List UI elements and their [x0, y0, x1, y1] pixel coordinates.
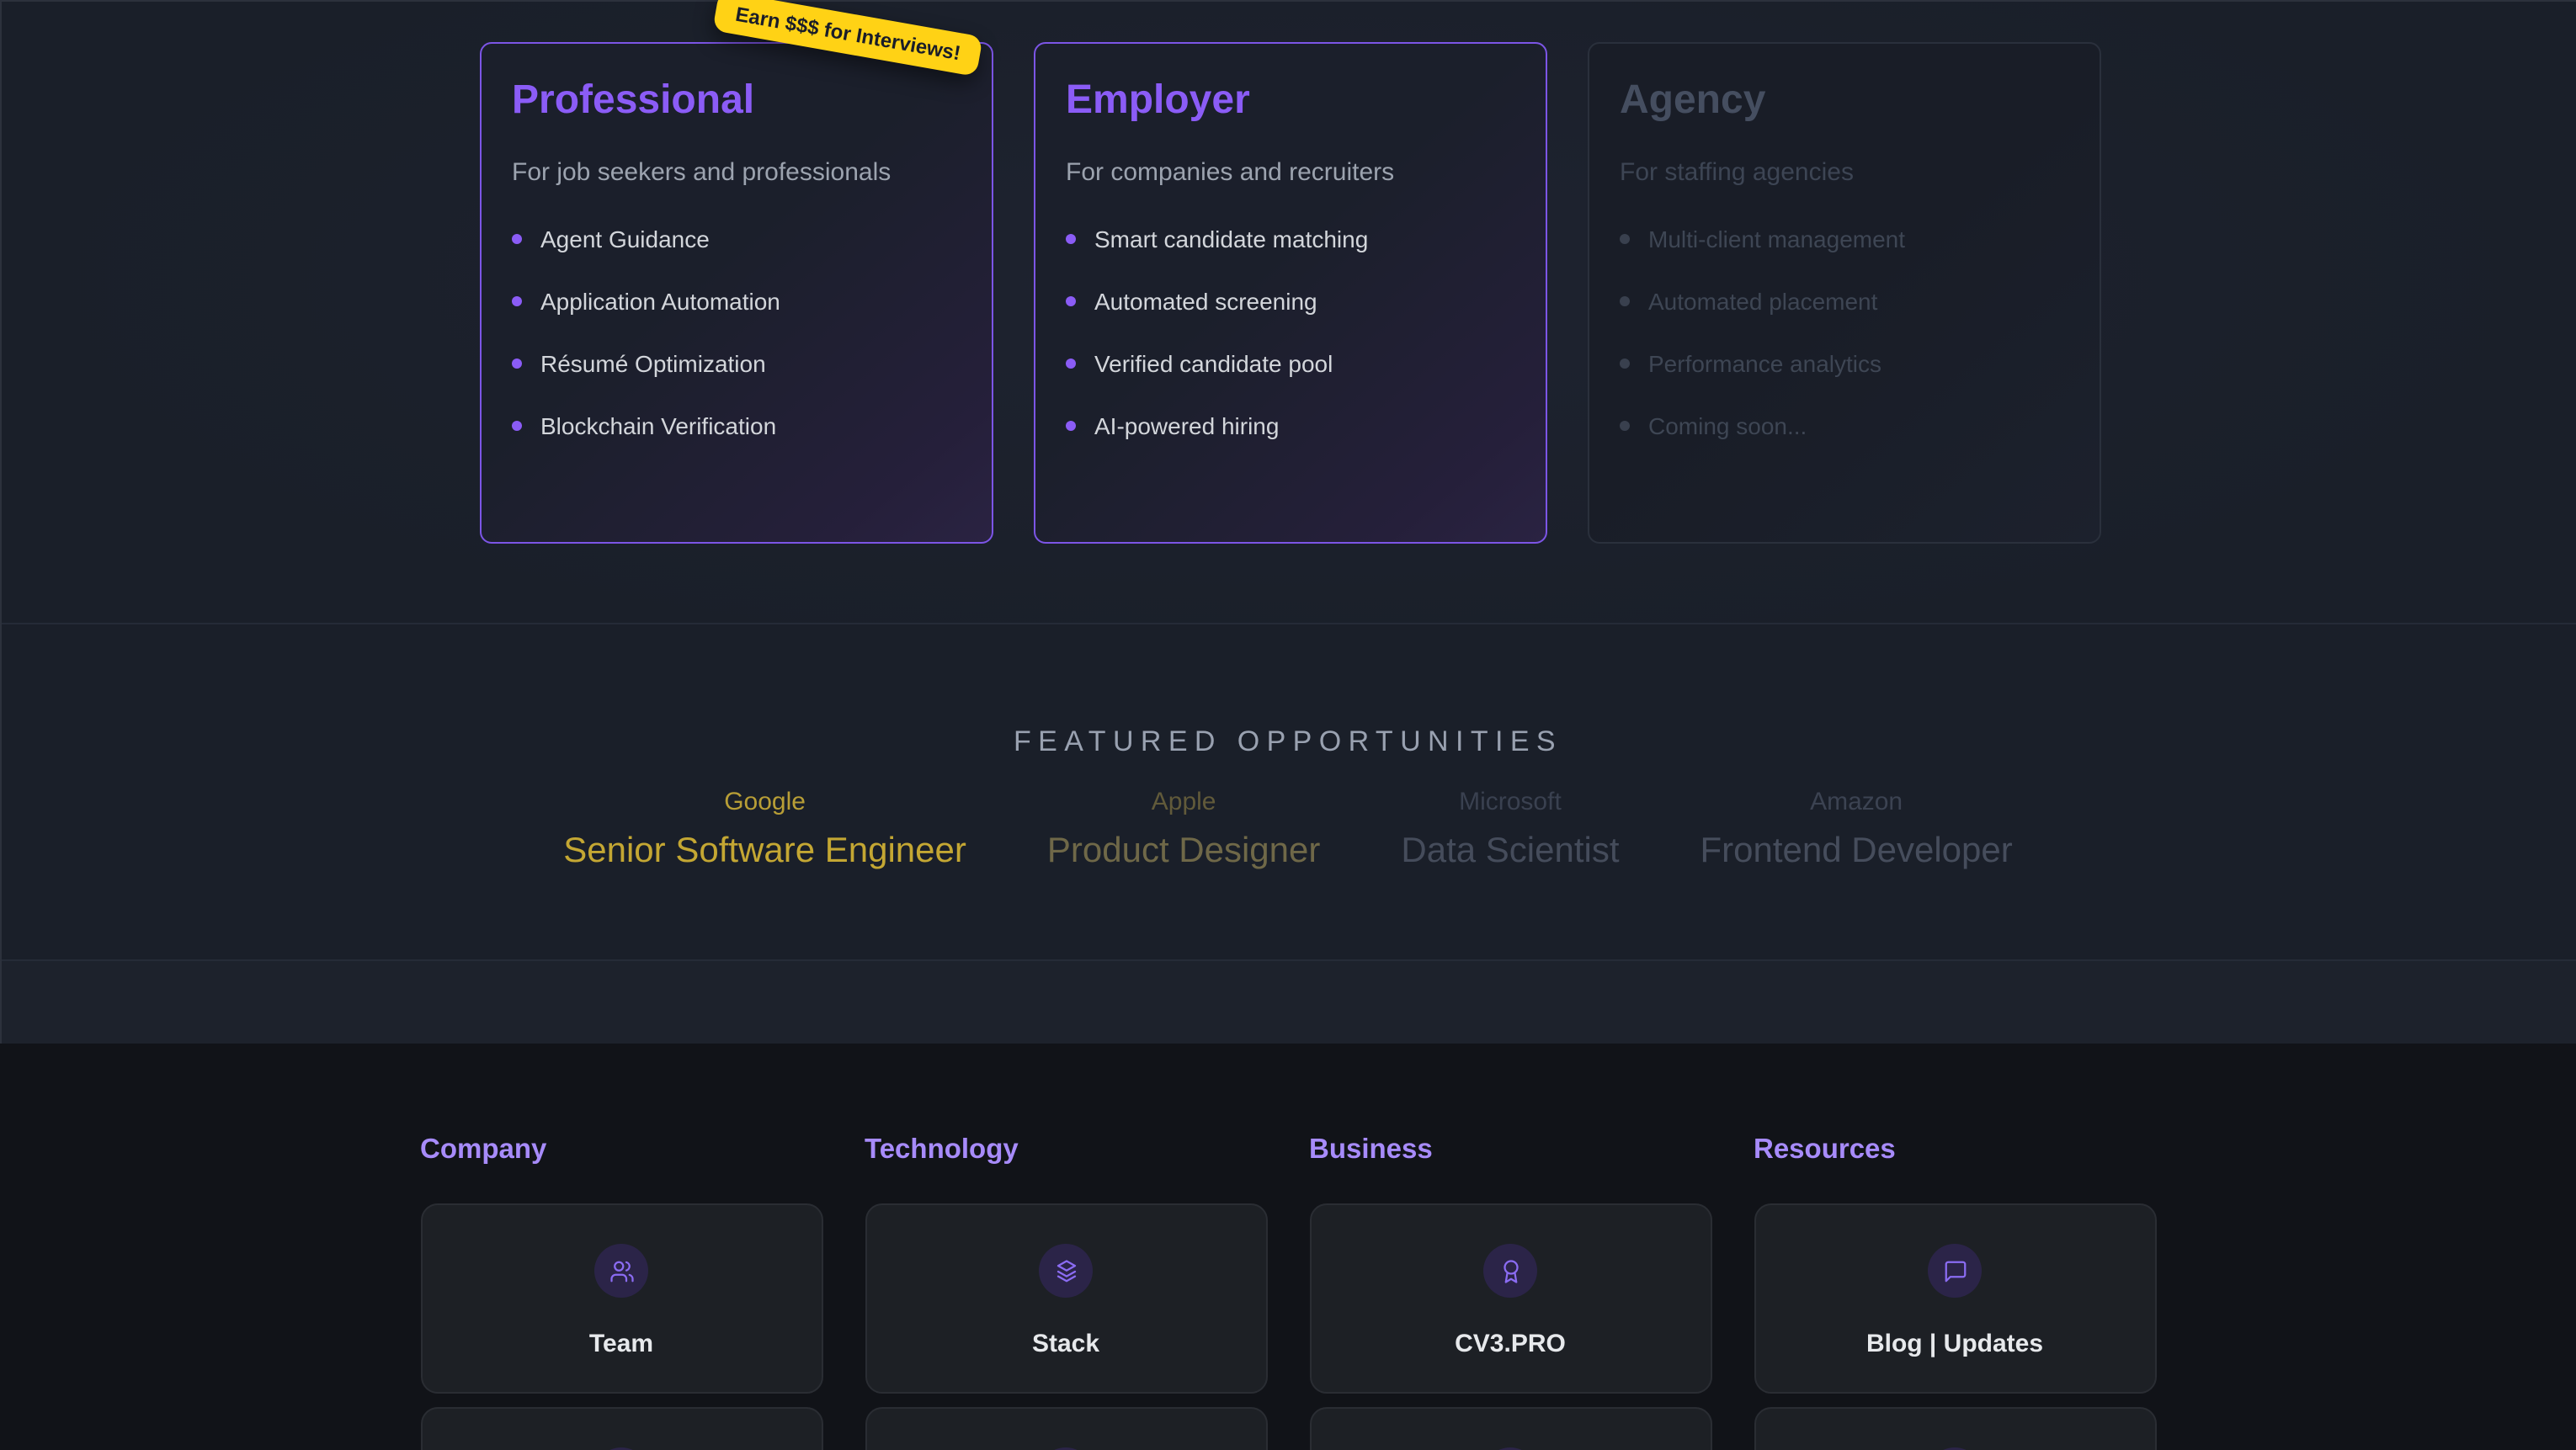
job-company: Microsoft [1401, 788, 1619, 818]
footer-tile-cv3pro[interactable]: CV3.PRO [1309, 1203, 1711, 1394]
left-edge-divider [0, 0, 2, 1044]
feature-item: Résumé Optimization [512, 350, 961, 377]
featured-job-amazon: Amazon Frontend Developer [1700, 788, 2013, 872]
feature-label: Application Automation [540, 288, 780, 315]
layers-icon [1039, 1244, 1093, 1298]
footer-tile-stack[interactable]: Stack [865, 1203, 1267, 1394]
featured-heading: FEATURED OPPORTUNITIES [0, 624, 2576, 759]
featured-job-apple: Apple Product Designer [1047, 788, 1321, 872]
job-title: Data Scientist [1401, 831, 1619, 872]
footer-tile-partial[interactable] [1754, 1407, 2156, 1450]
feature-label: Performance analytics [1648, 350, 1881, 377]
footer-column-heading: Company [420, 1133, 822, 1166]
feature-item: AI-powered hiring [1066, 412, 1515, 439]
bullet-dot-icon [1066, 421, 1076, 431]
footer-tile-partial[interactable] [865, 1407, 1267, 1450]
feature-label: Résumé Optimization [540, 350, 766, 377]
tile-label: Blog | Updates [1866, 1330, 2043, 1360]
feature-item: Multi-client management [1620, 226, 2069, 252]
award-icon [1483, 1244, 1537, 1298]
tile-label: Team [589, 1330, 653, 1360]
featured-job-google: Google Senior Software Engineer [563, 788, 966, 872]
bullet-dot-icon [1066, 296, 1076, 306]
bullet-dot-icon [1620, 234, 1630, 244]
plans-section: Earn $$$ for Interviews! Professional Fo… [0, 0, 2576, 624]
footer-tile-partial[interactable] [1309, 1407, 1711, 1450]
feature-label: Smart candidate matching [1094, 226, 1368, 252]
featured-opportunities-section: FEATURED OPPORTUNITIES Google Senior Sof… [0, 624, 2576, 961]
footer-tile-partial[interactable] [420, 1407, 822, 1450]
feature-item: Automated placement [1620, 288, 2069, 315]
feature-item: Coming soon... [1620, 412, 2069, 439]
job-company: Amazon [1700, 788, 2013, 818]
plan-title: Agency [1620, 77, 2069, 125]
bullet-dot-icon [1066, 234, 1076, 244]
plan-title: Employer [1066, 77, 1515, 125]
job-company: Apple [1047, 788, 1321, 818]
plan-tagline: For staffing agencies [1620, 158, 2069, 189]
footer-column-heading: Resources [1754, 1133, 2156, 1166]
plan-features: Multi-client management Automated placem… [1620, 226, 2069, 439]
tile-label: CV3.PRO [1455, 1330, 1566, 1360]
feature-label: Verified candidate pool [1094, 350, 1333, 377]
feature-label: Blockchain Verification [540, 412, 776, 439]
plan-features: Smart candidate matching Automated scree… [1066, 226, 1515, 439]
footer-column-resources: Resources Blog | Updates [1754, 1133, 2156, 1450]
bullet-dot-icon [1620, 296, 1630, 306]
footer-column-company: Company Team [420, 1133, 822, 1450]
footer-column-heading: Business [1309, 1133, 1711, 1166]
feature-item: Application Automation [512, 288, 961, 315]
bullet-dot-icon [512, 234, 522, 244]
plan-card-professional[interactable]: Earn $$$ for Interviews! Professional Fo… [480, 42, 993, 544]
feature-item: Smart candidate matching [1066, 226, 1515, 252]
footer: Company Team Technology [0, 1044, 2576, 1450]
bullet-dot-icon [1620, 359, 1630, 369]
bullet-dot-icon [512, 421, 522, 431]
bullet-dot-icon [512, 296, 522, 306]
footer-tile-team[interactable]: Team [420, 1203, 822, 1394]
plan-card-employer[interactable]: Employer For companies and recruiters Sm… [1034, 42, 1547, 544]
feature-label: Agent Guidance [540, 226, 710, 252]
page: Earn $$$ for Interviews! Professional Fo… [0, 0, 2576, 1450]
feature-item: Automated screening [1066, 288, 1515, 315]
job-title: Product Designer [1047, 831, 1321, 872]
feature-item: Performance analytics [1620, 350, 2069, 377]
footer-column-business: Business CV3.PRO [1309, 1133, 1711, 1450]
bullet-dot-icon [1620, 421, 1630, 431]
footer-column-heading: Technology [865, 1133, 1267, 1166]
plan-title: Professional [512, 77, 961, 125]
plan-cards-row: Earn $$$ for Interviews! Professional Fo… [480, 42, 2101, 544]
footer-column-technology: Technology Stack [865, 1133, 1267, 1450]
job-company: Google [563, 788, 966, 818]
bullet-dot-icon [1066, 359, 1076, 369]
job-title: Senior Software Engineer [563, 831, 966, 872]
job-title: Frontend Developer [1700, 831, 2013, 872]
feature-item: Verified candidate pool [1066, 350, 1515, 377]
plan-tagline: For companies and recruiters [1066, 158, 1515, 189]
featured-job-microsoft: Microsoft Data Scientist [1401, 788, 1619, 872]
spacer-band [0, 961, 2576, 1044]
message-icon [1928, 1244, 1982, 1298]
feature-label: Automated placement [1648, 288, 1877, 315]
feature-label: Multi-client management [1648, 226, 1905, 252]
earn-interviews-badge: Earn $$$ for Interviews! [711, 0, 982, 77]
plan-card-agency: Agency For staffing agencies Multi-clien… [1588, 42, 2101, 544]
bullet-dot-icon [512, 359, 522, 369]
footer-tile-blog[interactable]: Blog | Updates [1754, 1203, 2156, 1394]
tile-label: Stack [1032, 1330, 1099, 1360]
feature-item: Agent Guidance [512, 226, 961, 252]
users-icon [594, 1244, 648, 1298]
feature-label: Coming soon... [1648, 412, 1807, 439]
feature-label: Automated screening [1094, 288, 1317, 315]
feature-label: AI-powered hiring [1094, 412, 1279, 439]
feature-item: Blockchain Verification [512, 412, 961, 439]
plan-features: Agent Guidance Application Automation Ré… [512, 226, 961, 439]
plan-tagline: For job seekers and professionals [512, 158, 961, 189]
footer-columns: Company Team Technology [420, 1133, 2156, 1450]
featured-jobs-row: Google Senior Software Engineer Apple Pr… [0, 788, 2576, 872]
